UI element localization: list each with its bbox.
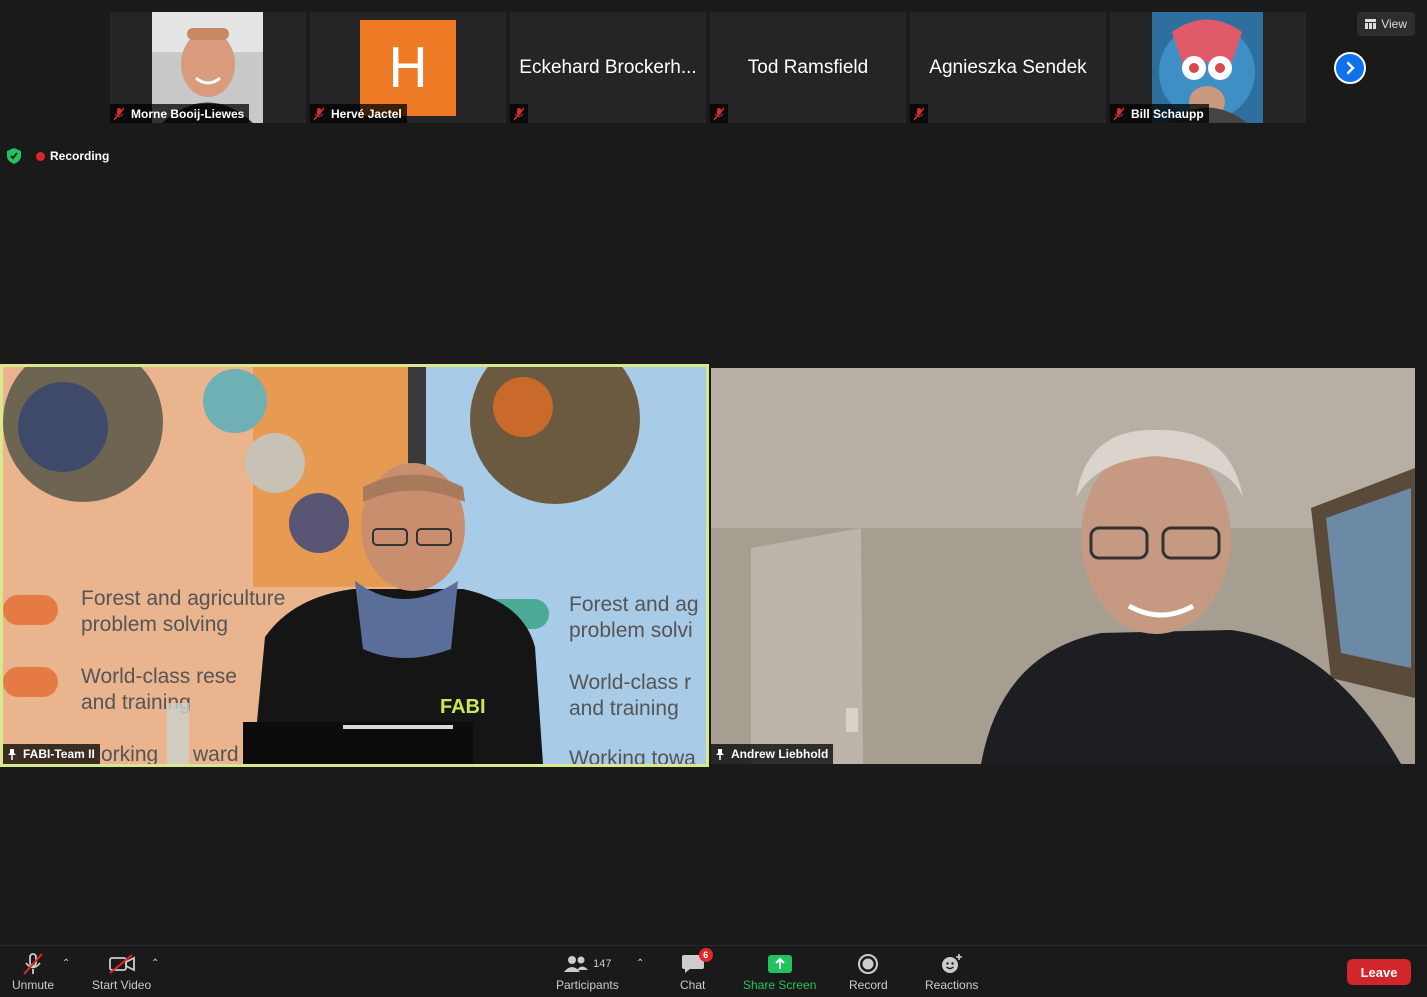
participant-tile[interactable]: Tod Ramsfield [710, 12, 906, 123]
participant-strip: Morne Booij-Liewes H Hervé Jactel Eckeha… [110, 12, 1306, 123]
next-page-button[interactable] [1334, 52, 1366, 84]
start-video-label: Start Video [92, 978, 152, 992]
banner-text: Forest and ag [569, 593, 699, 616]
unmute-label: Unmute [12, 978, 55, 992]
participant-tile[interactable]: Morne Booij-Liewes [110, 12, 306, 123]
participant-label: FABI-Team II [3, 744, 100, 764]
participant-name: Agnieszka Sendek [929, 56, 1087, 78]
shirt-logo: FABI [440, 696, 486, 718]
avatar: H [360, 20, 456, 116]
video-frame [711, 368, 1415, 764]
banner-text: and training [569, 697, 679, 720]
banner-text: Working towa [569, 747, 696, 764]
video-off-icon [108, 954, 135, 974]
view-label: View [1381, 17, 1407, 31]
participant-label [510, 104, 528, 123]
share-screen-button[interactable]: Share Screen [743, 950, 816, 992]
video-options-caret-icon[interactable]: ⌃ [151, 958, 159, 969]
banner-text: problem solving [81, 613, 228, 636]
mic-muted-icon [113, 107, 125, 120]
participants-options-caret-icon[interactable]: ⌃ [636, 958, 644, 969]
participant-label: Hervé Jactel [310, 104, 407, 123]
banner-text: ward [192, 743, 239, 764]
participant-tile[interactable]: Eckehard Brockerh... [510, 12, 706, 123]
participant-name: FABI-Team II [23, 747, 95, 761]
participant-label: Bill Schaupp [1110, 104, 1209, 123]
chevron-right-icon [1346, 61, 1355, 75]
reactions-button[interactable]: Reactions [925, 950, 978, 992]
participant-name: Bill Schaupp [1131, 106, 1204, 121]
participant-tile[interactable]: H Hervé Jactel [310, 12, 506, 123]
record-button[interactable]: Record [849, 950, 888, 992]
mic-muted-icon [1113, 107, 1125, 120]
mic-muted-icon [913, 107, 925, 120]
banner-text: orking [101, 743, 158, 764]
meeting-toolbar: Unmute ⌃ Start Video ⌃ 147 Participants … [0, 945, 1427, 997]
participant-label [910, 104, 928, 123]
participant-label: Andrew Liebhold [711, 744, 834, 764]
banner-text: World-class r [569, 671, 691, 694]
video-frame: Forest and agriculture problem solving W… [3, 367, 706, 764]
participants-icon [564, 956, 589, 972]
share-screen-icon [767, 955, 792, 973]
unmute-button[interactable]: Unmute [12, 950, 54, 992]
view-button[interactable]: View [1357, 12, 1415, 36]
mic-muted-icon [313, 107, 325, 120]
participant-name: Andrew Liebhold [731, 747, 829, 761]
recording-dot-icon [36, 151, 45, 161]
chat-unread-badge: 6 [698, 948, 713, 962]
zoom-meeting-window: Morne Booij-Liewes H Hervé Jactel Eckeha… [0, 0, 1427, 997]
reactions-label: Reactions [925, 978, 979, 992]
participant-label [710, 104, 728, 123]
participant-label: Morne Booij-Liewes [110, 104, 250, 123]
grid-icon [1365, 19, 1377, 29]
participant-name: Eckehard Brockerh... [519, 56, 697, 78]
start-video-button[interactable]: Start Video [92, 950, 151, 992]
active-speaker-video[interactable]: Forest and agriculture problem solving W… [0, 364, 709, 767]
security-shield-icon[interactable] [4, 146, 24, 166]
participant-name: Hervé Jactel [331, 106, 402, 121]
banner-text: World-class rese [81, 665, 237, 688]
participant-video-main[interactable]: Andrew Liebhold [711, 368, 1415, 764]
participants-button[interactable]: 147 Participants [556, 950, 619, 992]
leave-button[interactable]: Leave [1347, 959, 1411, 985]
pin-icon [716, 749, 724, 760]
status-bar: Recording [4, 146, 113, 166]
chat-label: Chat [680, 978, 706, 992]
participant-tile[interactable]: Agnieszka Sendek [910, 12, 1106, 123]
recording-indicator[interactable]: Recording [32, 146, 113, 166]
banner-text: problem solvi [569, 619, 693, 642]
share-screen-label: Share Screen [743, 978, 817, 992]
reactions-icon [941, 954, 962, 973]
participant-tile[interactable]: Bill Schaupp [1110, 12, 1306, 123]
participant-name: Tod Ramsfield [747, 56, 869, 78]
mic-muted-icon [23, 953, 43, 975]
chat-button[interactable]: 6 Chat [680, 948, 713, 992]
banner-text: Forest and agriculture [81, 587, 285, 610]
mic-muted-icon [713, 107, 725, 120]
record-icon [858, 954, 879, 974]
audio-options-caret-icon[interactable]: ⌃ [62, 958, 70, 969]
participant-name: Morne Booij-Liewes [131, 106, 245, 121]
pin-icon [8, 749, 16, 760]
mic-muted-icon [513, 107, 525, 120]
participants-label: Participants [556, 978, 619, 992]
record-label: Record [849, 978, 888, 992]
recording-label: Recording [50, 149, 110, 163]
participants-count: 147 [593, 958, 612, 970]
